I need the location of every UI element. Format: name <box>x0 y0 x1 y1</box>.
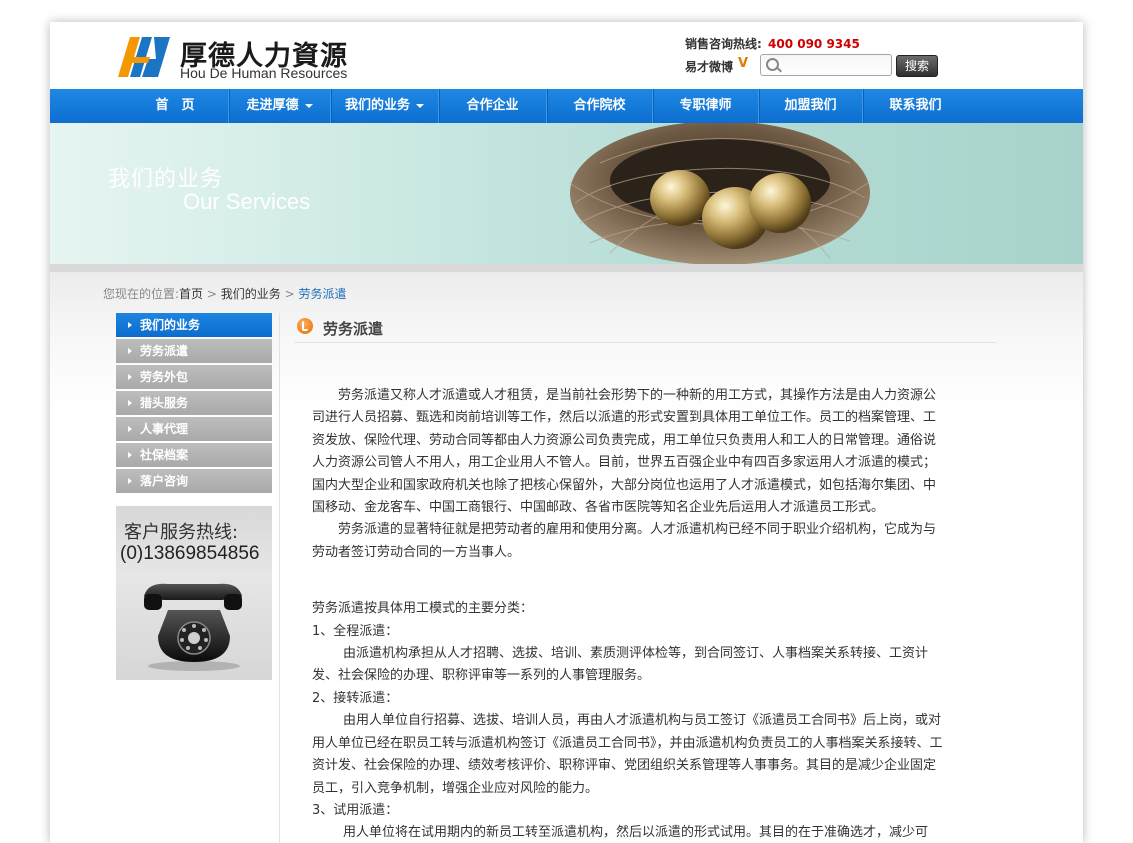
nav-item-lawyers[interactable]: 专职律师 <box>653 89 758 123</box>
chevron-down-icon <box>304 103 313 108</box>
column-divider <box>279 313 280 843</box>
nav-item-about-label: 走进厚德 <box>246 98 299 113</box>
search-box <box>760 54 892 76</box>
article-subheading: 3、试用派遣： <box>312 802 399 818</box>
search-input[interactable] <box>783 56 887 74</box>
banner-subtitle: Our Services <box>183 189 311 214</box>
sidebar-item-headhunting[interactable]: 猎头服务 <box>116 391 272 415</box>
breadcrumb-separator: > <box>203 287 221 301</box>
breadcrumb-section[interactable]: 我们的业务 <box>221 287 281 301</box>
nav-item-partner-schools[interactable]: 合作院校 <box>547 89 652 123</box>
article-paragraph: 劳务派遣的显著特征就是把劳动者的雇用和使用分离。人才派遣机构已经不同于职业介绍机… <box>312 522 937 560</box>
nav-item-business-label: 我们的业务 <box>344 98 410 113</box>
article-paragraph: 用人单位将在试用期内的新员工转至派遣机构，然后以派遣的形式试用。其目的在于准确选… <box>343 825 929 841</box>
nav-item-about[interactable]: 走进厚德 <box>229 89 330 123</box>
page: 厚德人力資源 Hou De Human Resources 销售咨询热线: 40… <box>50 22 1083 843</box>
breadcrumb-current: 劳务派遣 <box>298 287 347 301</box>
service-hotline-label: 客户服务热线: <box>124 522 239 543</box>
article-spacer <box>312 564 948 598</box>
article-subheading: 1、全程派遣： <box>312 623 399 639</box>
search-button[interactable]: 搜索 <box>896 55 938 77</box>
banner: 我们的业务 Our Services <box>50 123 1083 264</box>
article-subheading: 2、接转派遣： <box>312 690 399 706</box>
golden-eggs-nest-image <box>569 123 870 264</box>
logo-subtitle: Hou De Human Resources <box>180 65 348 81</box>
article-body: 劳务派遣又称人才派遣或人才租赁，是当前社会形势下的一种新的用工方式，其操作方法是… <box>312 385 948 843</box>
nav-item-join-us[interactable]: 加盟我们 <box>759 89 862 123</box>
article-paragraph: 劳务派遣按具体用工模式的主要分类： <box>312 601 534 617</box>
sidebar-item-hr-agency[interactable]: 人事代理 <box>116 417 272 441</box>
content-title: 劳务派遣 <box>323 320 384 338</box>
search-icon <box>766 58 779 71</box>
banner-divider <box>50 264 1083 272</box>
nav-item-contact[interactable]: 联系我们 <box>863 89 968 123</box>
sidebar-item-settlement[interactable]: 落户咨询 <box>116 469 272 493</box>
article-paragraph: 由用人单位自行招募、选拔、培训人员，再由人才派遣机构与员工签订《派遣员工合同书》… <box>312 713 943 796</box>
service-hotline-number: (0)13869854856 <box>120 543 260 564</box>
breadcrumb-separator: > <box>280 287 299 301</box>
sidebar-item-outsourcing[interactable]: 劳务外包 <box>116 365 272 389</box>
service-hotline-panel: 客户服务热线: (0)13869854856 <box>116 506 272 680</box>
nav-item-partner-companies[interactable]: 合作企业 <box>439 89 546 123</box>
section-title-icon <box>297 318 313 334</box>
article-paragraph: 劳务派遣又称人才派遣或人才租赁，是当前社会形势下的一种新的用工方式，其操作方法是… <box>312 388 937 516</box>
nav-item-business[interactable]: 我们的业务 <box>331 89 438 123</box>
main-nav: 首 页 走进厚德 我们的业务 合作企业 合作院校 专职律师 加盟我们 联系我们 <box>50 89 1083 123</box>
nav-item-home[interactable]: 首 页 <box>122 89 228 123</box>
chevron-down-icon <box>416 103 424 108</box>
sales-hotline: 销售咨询热线: 400 090 9345 <box>685 35 860 52</box>
sidebar-item-social-insurance[interactable]: 社保档案 <box>116 443 272 467</box>
sidebar-menu: 我们的业务 劳务派遣 劳务外包 猎头服务 人事代理 社保档案 落户咨询 <box>116 313 272 495</box>
logo-icon[interactable] <box>116 35 172 79</box>
breadcrumb-home[interactable]: 首页 <box>179 287 203 301</box>
hotline-number: 400 090 9345 <box>768 37 860 51</box>
article-paragraph: 由派遣机构承担从人才招聘、选拔、培训、素质测评体检等，到合同签订、人事档案关系转… <box>312 646 929 684</box>
breadcrumb: 您现在的位置:首页 > 我们的业务 > 劳务派遣 <box>103 285 346 302</box>
sidebar-item-business[interactable]: 我们的业务 <box>116 313 272 337</box>
weibo-link[interactable]: 易才微博 <box>685 58 733 75</box>
weibo-v-icon[interactable]: V <box>738 56 748 71</box>
telephone-icon <box>144 583 242 671</box>
header: 厚德人力資源 Hou De Human Resources 销售咨询热线: 40… <box>50 22 1083 89</box>
content-title-divider <box>294 342 996 343</box>
hotline-label: 销售咨询热线: <box>685 37 762 51</box>
sidebar-item-labor-dispatch[interactable]: 劳务派遣 <box>116 339 272 363</box>
breadcrumb-prefix: 您现在的位置: <box>103 287 180 301</box>
